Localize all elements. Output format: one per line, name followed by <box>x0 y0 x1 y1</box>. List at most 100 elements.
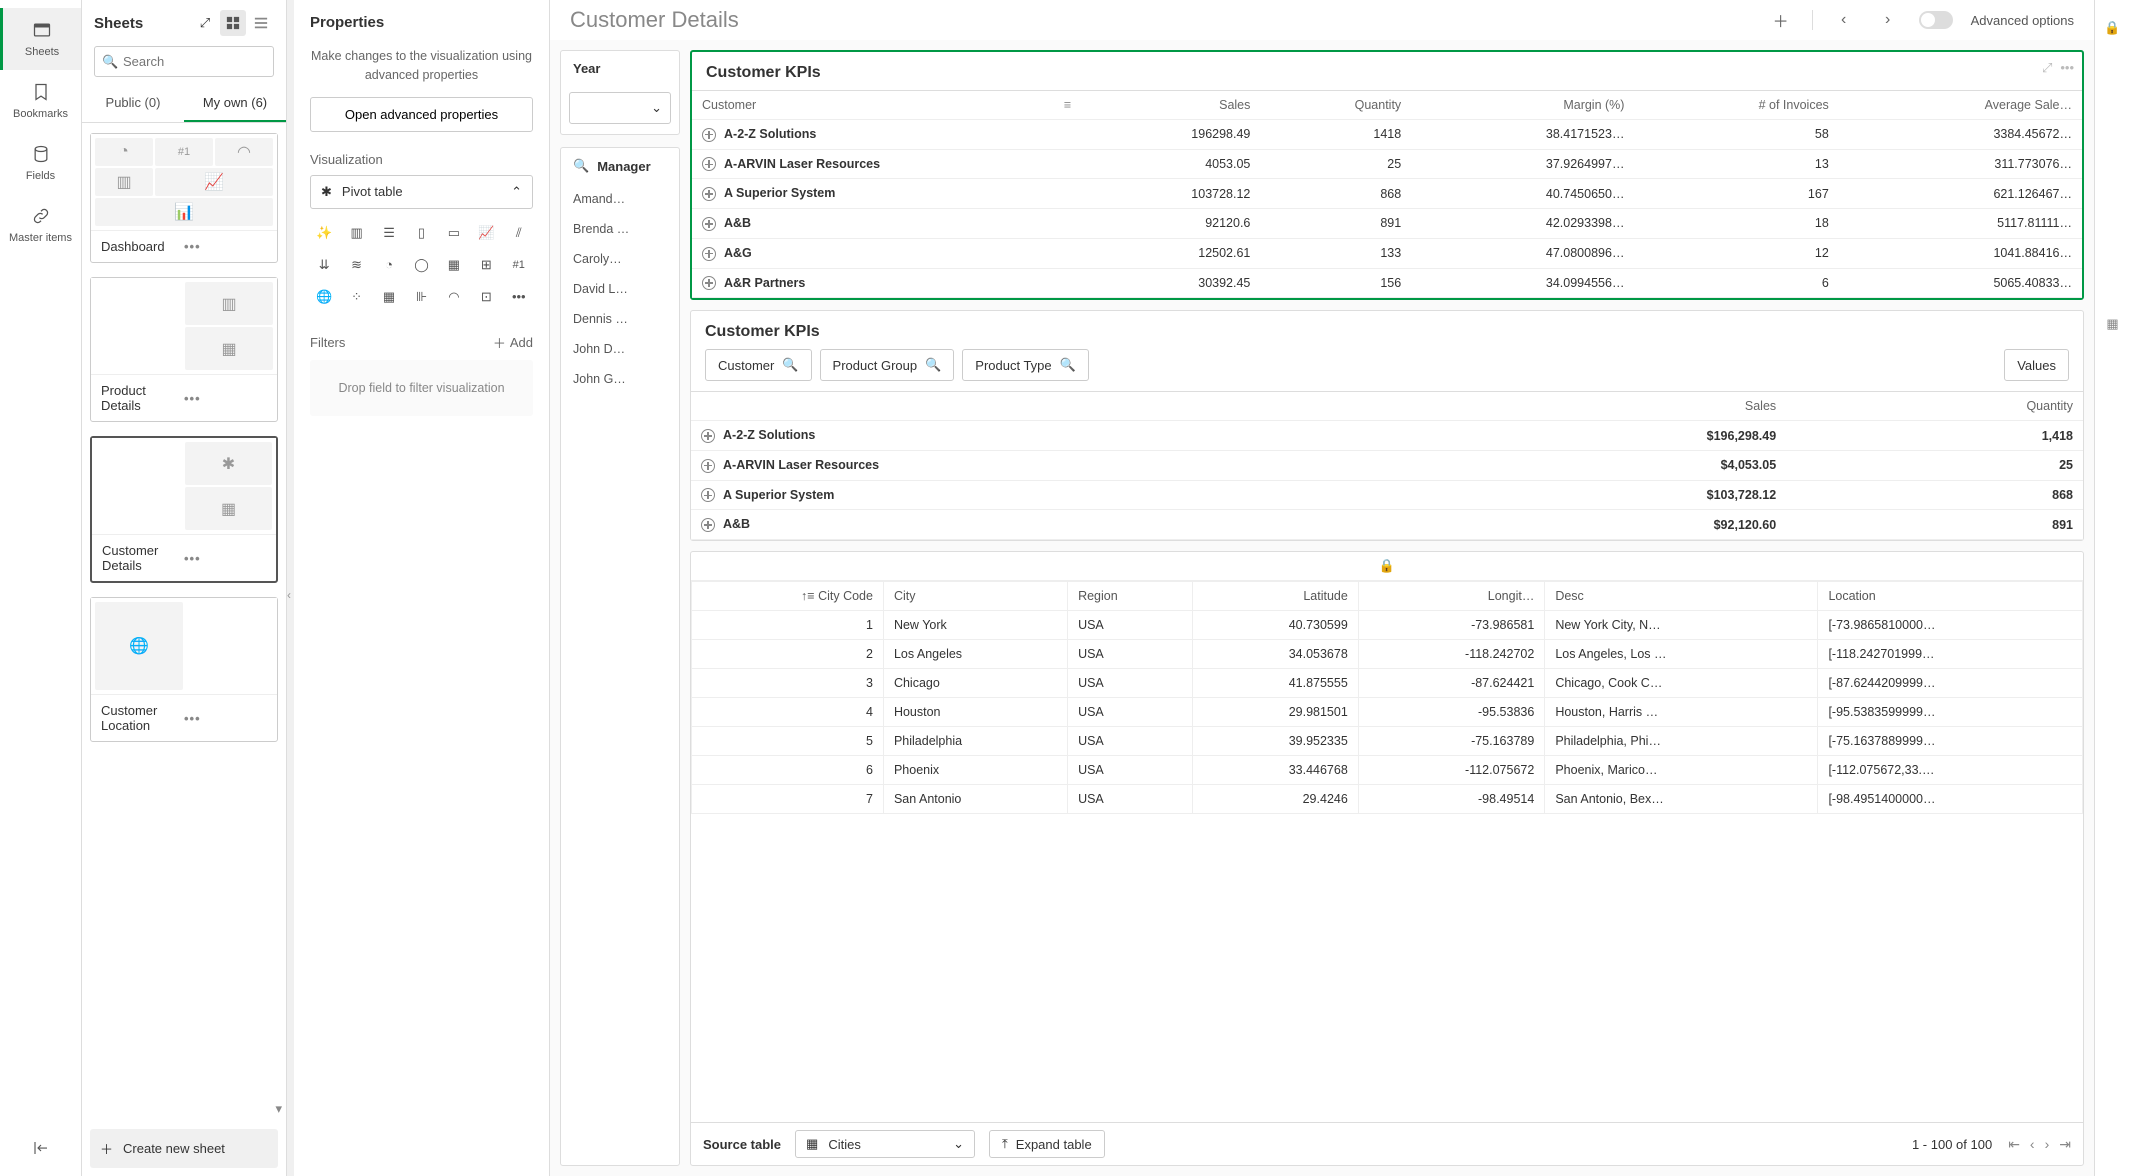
column-header[interactable]: Average Sale… <box>1839 91 2082 120</box>
bar-vertical-icon[interactable]: ▥ <box>342 219 370 247</box>
table-row[interactable]: 3ChicagoUSA41.875555-87.624421Chicago, C… <box>692 669 2083 698</box>
expand-panel-icon[interactable]: ⤢ <box>192 10 218 36</box>
column-header[interactable]: Customer ≡ <box>692 91 1081 120</box>
create-sheet-button[interactable]: ＋ Create new sheet <box>90 1129 278 1168</box>
table-row[interactable]: A-2-Z Solutions196298.49141838.4171523…5… <box>692 120 2082 150</box>
panel-splitter[interactable] <box>287 0 294 1176</box>
table-row[interactable]: 4HoustonUSA29.981501-95.53836Houston, Ha… <box>692 698 2083 727</box>
bar-horizontal-icon[interactable]: ☰ <box>375 219 403 247</box>
column-header[interactable]: City <box>883 582 1067 611</box>
table-row[interactable]: A&G12502.6113347.0800896…121041.88416… <box>692 238 2082 268</box>
sheet-menu-icon[interactable]: ••• <box>184 551 266 566</box>
table-row[interactable]: 7San AntonioUSA29.4246-98.49514San Anton… <box>692 785 2083 814</box>
pager-prev-icon[interactable]: ‹ <box>2030 1136 2035 1153</box>
table-row[interactable]: A&B$92,120.60891 <box>691 510 2083 540</box>
expand-row-icon[interactable] <box>702 187 716 201</box>
bullet-chart-icon[interactable]: ▯ <box>407 219 435 247</box>
page-title[interactable]: Customer Details <box>570 7 1768 33</box>
pie-chart-icon[interactable]: ◔ <box>375 251 403 279</box>
table-row[interactable]: A-2-Z Solutions$196,298.491,418 <box>691 421 2083 451</box>
lock-icon[interactable]: 🔒 <box>691 552 2083 581</box>
pivot-icon[interactable]: ⊞ <box>472 251 500 279</box>
search-icon[interactable]: 🔍 <box>573 158 589 174</box>
table-row[interactable]: 6PhoenixUSA33.446768-112.075672Phoenix, … <box>692 756 2083 785</box>
lock-icon[interactable]: 🔒 <box>2104 20 2120 36</box>
add-filter-button[interactable]: ＋ Add <box>493 333 533 352</box>
expand-row-icon[interactable] <box>702 157 716 171</box>
donut-chart-icon[interactable]: ◯ <box>407 251 435 279</box>
sheet-menu-icon[interactable]: ••• <box>184 239 267 254</box>
globe-icon[interactable]: 🌐 <box>310 283 338 311</box>
scroll-down-icon[interactable]: ▾ <box>275 1101 282 1117</box>
chip-values[interactable]: Values <box>2004 349 2069 381</box>
table-row[interactable]: A-ARVIN Laser Resources4053.052537.92649… <box>692 149 2082 179</box>
box-plot-icon[interactable]: ▭ <box>440 219 468 247</box>
sheet-card-customer-details[interactable]: ✱ ▦ Customer Details••• <box>90 436 278 583</box>
chip-product-group[interactable]: Product Group🔍 <box>820 349 955 381</box>
filter-drop-zone[interactable]: Drop field to filter visualization <box>310 360 533 416</box>
rail-collapse[interactable] <box>0 1123 81 1176</box>
menu-icon[interactable]: ≡ <box>1064 98 1071 112</box>
sheet-card-product[interactable]: ▥ ▦ Product Details••• <box>90 277 278 422</box>
more-icon[interactable]: ••• <box>505 283 533 311</box>
pager-last-icon[interactable]: ⇥ <box>2059 1136 2071 1153</box>
expand-row-icon[interactable] <box>702 247 716 261</box>
manager-item[interactable]: Caroly… <box>561 244 679 274</box>
column-header[interactable]: Margin (%) <box>1411 91 1634 120</box>
table-row[interactable]: A Superior System103728.1286840.7450650…… <box>692 179 2082 209</box>
list-view-icon[interactable] <box>248 10 274 36</box>
rail-fields[interactable]: Fields <box>0 132 81 194</box>
column-header[interactable]: Longit… <box>1358 582 1545 611</box>
rail-sheets[interactable]: Sheets <box>0 8 81 70</box>
table-row[interactable]: A&B92120.689142.0293398…185117.81111… <box>692 209 2082 239</box>
rail-master[interactable]: Master items <box>0 194 81 256</box>
distribution-icon[interactable]: ≋ <box>342 251 370 279</box>
column-header[interactable]: Quantity <box>1260 91 1411 120</box>
manager-item[interactable]: Dennis … <box>561 304 679 334</box>
manager-item[interactable]: Brenda … <box>561 214 679 244</box>
expand-row-icon[interactable] <box>701 488 715 502</box>
pager-next-icon[interactable]: › <box>2045 1136 2050 1153</box>
expand-row-icon[interactable] <box>702 128 716 142</box>
line-chart-icon[interactable]: 📈 <box>472 219 500 247</box>
add-button[interactable]: ＋ <box>1768 7 1794 33</box>
source-select[interactable]: ▦ Cities ⌄ <box>795 1130 975 1158</box>
column-header[interactable]: Latitude <box>1193 582 1358 611</box>
column-header[interactable]: ↑≡ City Code <box>692 582 884 611</box>
more-menu-icon[interactable]: ••• <box>2060 60 2074 76</box>
histogram-icon[interactable]: ⊪ <box>407 283 435 311</box>
treemap-icon[interactable]: ▦ <box>375 283 403 311</box>
scatter-icon[interactable]: ⁘ <box>342 283 370 311</box>
sheet-card-location[interactable]: 🌐 Customer Location••• <box>90 597 278 742</box>
manager-item[interactable]: John D… <box>561 334 679 364</box>
next-sheet-button[interactable]: › <box>1875 7 1901 33</box>
sheet-menu-icon[interactable]: ••• <box>184 711 267 726</box>
table-row[interactable]: 1New YorkUSA40.730599-73.986581New York … <box>692 611 2083 640</box>
sheet-menu-icon[interactable]: ••• <box>184 391 267 406</box>
chip-product-type[interactable]: Product Type🔍 <box>962 349 1089 381</box>
manager-item[interactable]: John G… <box>561 364 679 394</box>
year-select[interactable]: ⌄ <box>569 92 671 124</box>
container-icon[interactable]: ⊡ <box>472 283 500 311</box>
column-header[interactable]: # of Invoices <box>1634 91 1838 120</box>
expand-table-button[interactable]: ⤒ Expand table <box>989 1130 1105 1158</box>
tab-myown[interactable]: My own (6) <box>184 85 286 122</box>
kpi-hash-icon[interactable]: #1 <box>505 251 533 279</box>
customer-kpis-table[interactable]: ⤢ ••• Customer KPIs Customer ≡SalesQuant… <box>690 50 2084 300</box>
search-input[interactable] <box>94 46 274 77</box>
expand-row-icon[interactable] <box>702 217 716 231</box>
column-header[interactable]: Sales <box>1081 91 1260 120</box>
table-row[interactable]: A-ARVIN Laser Resources$4,053.0525 <box>691 450 2083 480</box>
expand-row-icon[interactable] <box>702 276 716 290</box>
manager-item[interactable]: David L… <box>561 274 679 304</box>
viz-type-selector[interactable]: ✱ Pivot table ⌃ <box>310 175 533 209</box>
column-header[interactable]: Desc <box>1545 582 1818 611</box>
column-header[interactable]: Quantity <box>1786 392 2083 421</box>
gauge-icon[interactable]: ◠ <box>440 283 468 311</box>
customer-kpis-pivot[interactable]: Customer KPIs Customer🔍 Product Group🔍 P… <box>690 310 2084 541</box>
tab-public[interactable]: Public (0) <box>82 85 184 122</box>
table-icon[interactable]: ▦ <box>2106 316 2118 332</box>
manager-item[interactable]: Amand… <box>561 184 679 214</box>
table-row[interactable]: A Superior System$103,728.12868 <box>691 480 2083 510</box>
pager-first-icon[interactable]: ⇤ <box>2008 1136 2020 1153</box>
